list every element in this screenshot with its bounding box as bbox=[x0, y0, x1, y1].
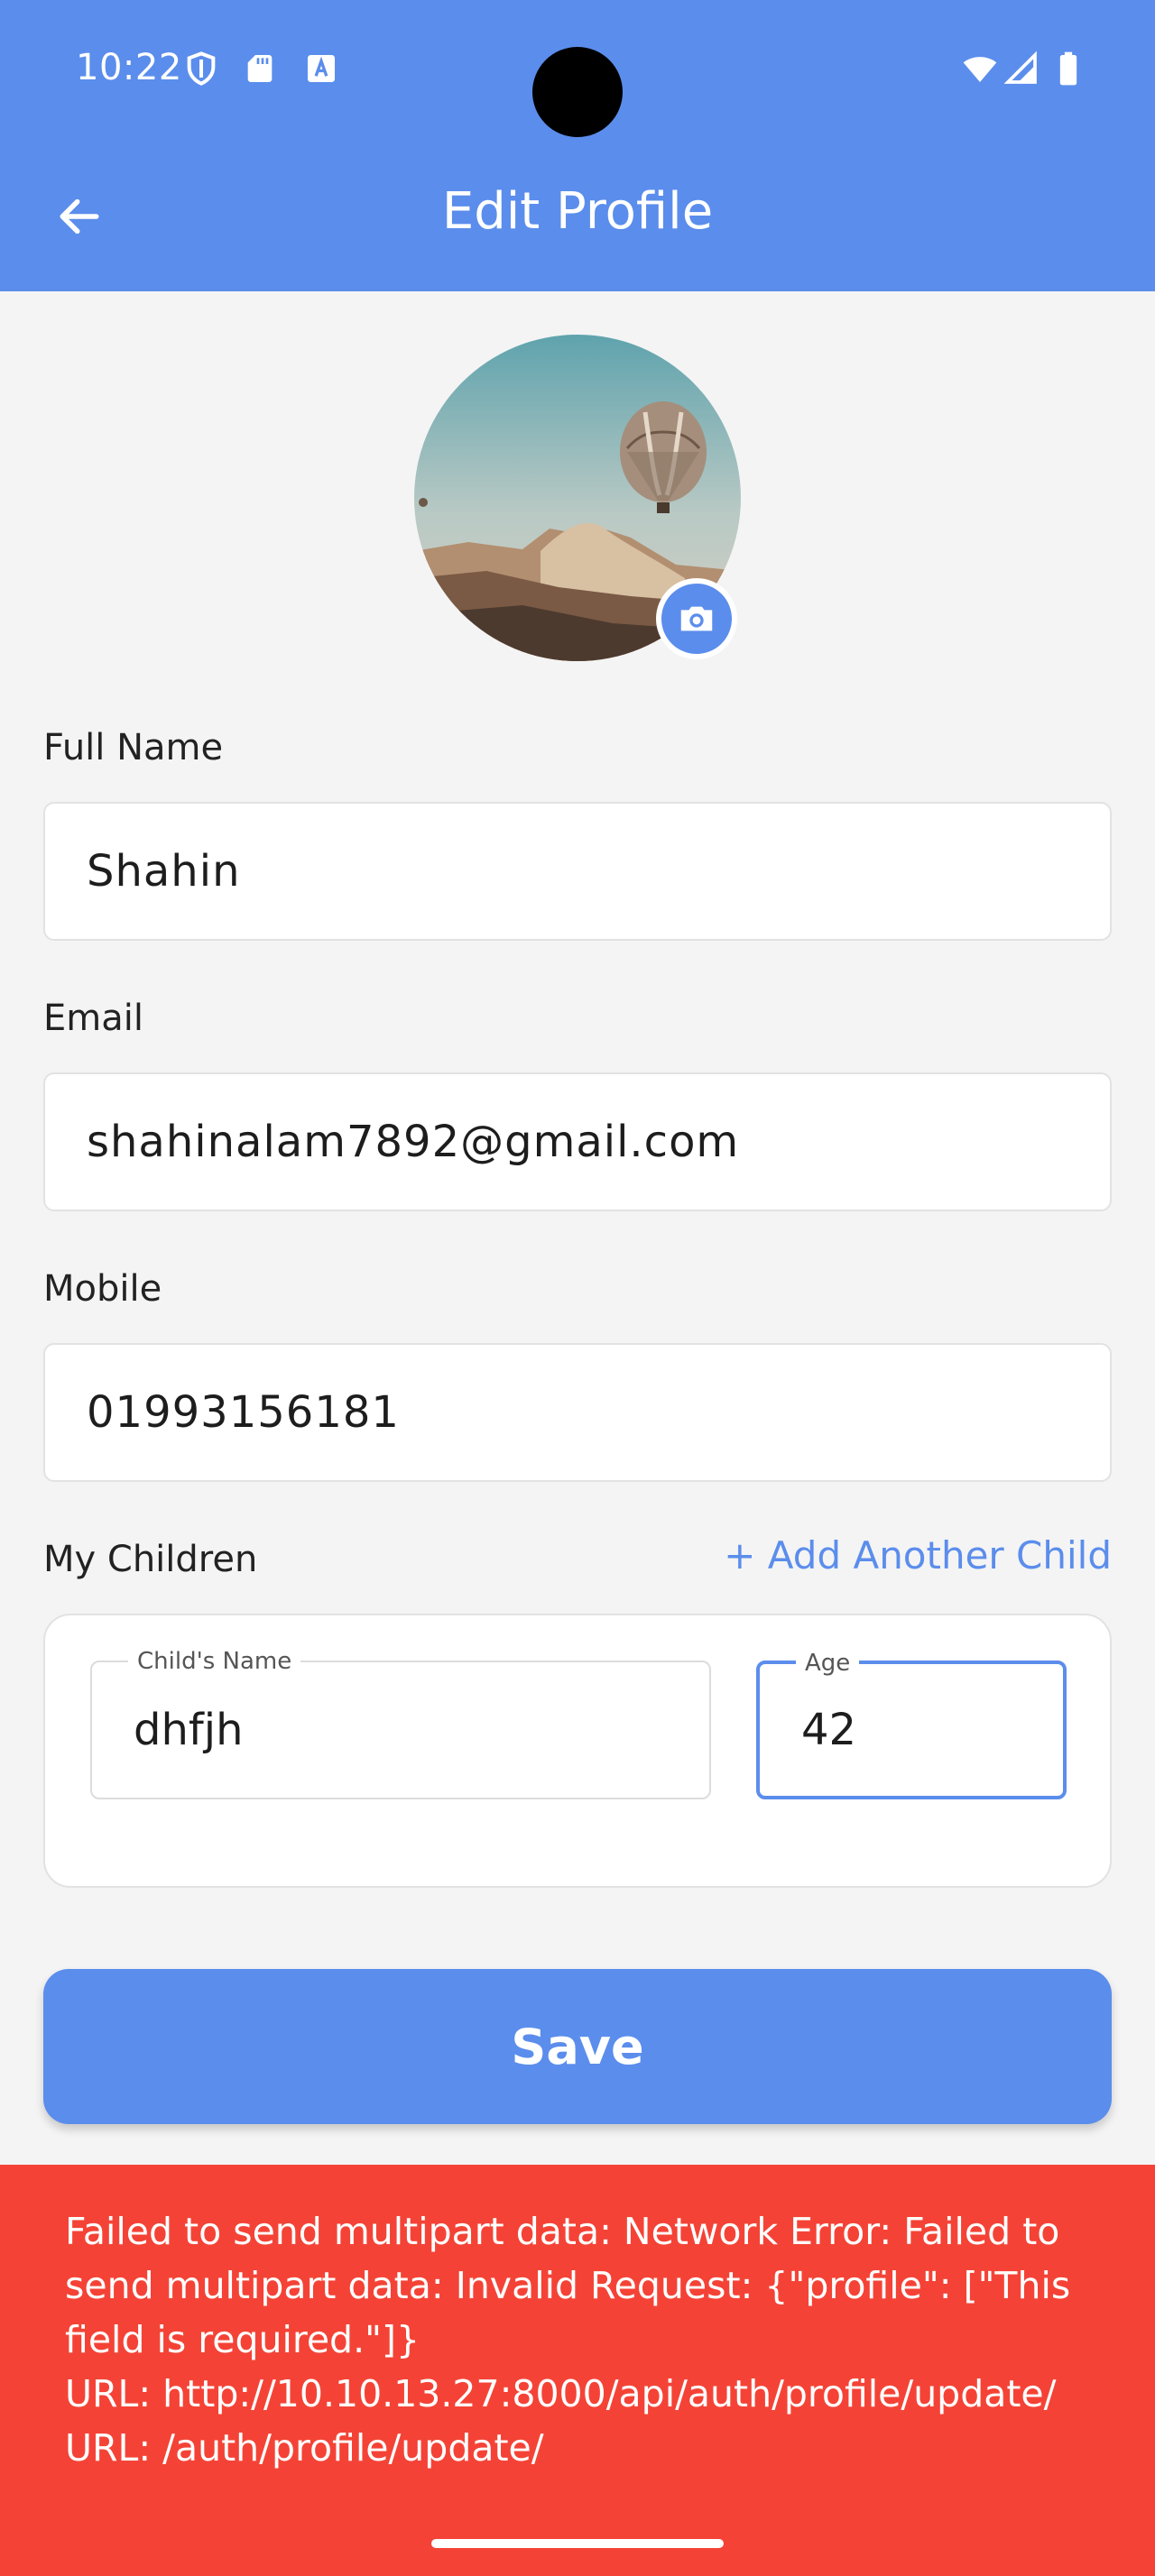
app-bar: 10:22 Edit Profile bbox=[0, 0, 1155, 291]
my-children-label: My Children bbox=[43, 1539, 258, 1580]
change-photo-button[interactable] bbox=[656, 578, 737, 659]
front-camera-cutout bbox=[532, 47, 623, 137]
save-button[interactable]: Save bbox=[43, 1969, 1112, 2124]
shield-icon bbox=[187, 51, 216, 86]
signal-icon bbox=[1003, 51, 1037, 84]
child-card: Child's Name dhfjh Age 42 bbox=[43, 1614, 1112, 1888]
sd-card-icon bbox=[247, 55, 273, 82]
child-name-input[interactable]: Child's Name dhfjh bbox=[90, 1648, 711, 1799]
child-age-value: 42 bbox=[801, 1705, 857, 1755]
status-time: 10:22 bbox=[76, 47, 182, 88]
wifi-icon bbox=[963, 57, 997, 82]
full-name-input[interactable]: Shahin bbox=[43, 802, 1112, 941]
child-name-label: Child's Name bbox=[128, 1648, 301, 1675]
battery-icon bbox=[1059, 51, 1077, 86]
camera-icon bbox=[680, 606, 713, 631]
error-snackbar: Failed to send multipart data: Network E… bbox=[0, 2165, 1155, 2576]
full-name-label: Full Name bbox=[43, 727, 224, 768]
child-name-value: dhfjh bbox=[134, 1705, 244, 1755]
child-age-label: Age bbox=[796, 1650, 860, 1677]
edit-profile-screen: 10:22 Edit Profile Full Name Shahin Emai… bbox=[0, 0, 1155, 2576]
child-age-input[interactable]: Age 42 bbox=[756, 1650, 1067, 1799]
page-title: Edit Profile bbox=[441, 182, 714, 241]
home-indicator[interactable] bbox=[431, 2539, 724, 2548]
email-input[interactable]: shahinalam7892@gmail.com bbox=[43, 1072, 1112, 1211]
mobile-input[interactable]: 01993156181 bbox=[43, 1343, 1112, 1482]
title-row: Edit Profile bbox=[0, 162, 1155, 271]
email-label: Email bbox=[43, 998, 143, 1039]
font-icon bbox=[308, 55, 335, 82]
mobile-label: Mobile bbox=[43, 1268, 162, 1310]
status-bar: 10:22 bbox=[0, 0, 1155, 144]
add-another-child-link[interactable]: + Add Another Child bbox=[724, 1533, 1112, 1578]
error-message: Failed to send multipart data: Network E… bbox=[65, 2210, 1071, 2470]
